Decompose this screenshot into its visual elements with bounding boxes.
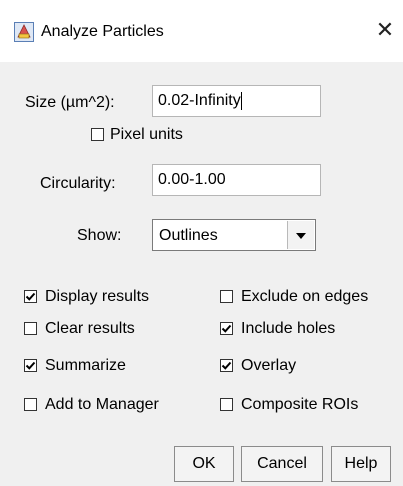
include-holes-label: Include holes (241, 320, 336, 337)
show-selected-value: Outlines (159, 227, 218, 244)
circularity-label: Circularity: (40, 175, 116, 192)
pixel-units-checkbox[interactable] (91, 128, 104, 141)
pixel-units-label: Pixel units (110, 126, 183, 143)
size-input[interactable]: 0.02-Infinity (152, 85, 321, 117)
summarize-label: Summarize (45, 357, 126, 374)
clear-results-checkbox[interactable] (24, 322, 37, 335)
composite-rois-label: Composite ROIs (241, 396, 359, 413)
chevron-down-icon (296, 233, 306, 239)
check-icon (221, 361, 232, 370)
check-icon (221, 324, 232, 333)
window-title: Analyze Particles (41, 23, 164, 40)
composite-rois-checkbox[interactable] (220, 398, 233, 411)
dropdown-arrow-button[interactable] (287, 221, 314, 249)
cancel-button[interactable]: Cancel (241, 446, 323, 482)
overlay-label: Overlay (241, 357, 297, 374)
show-label: Show: (77, 227, 122, 244)
close-icon[interactable]: ✕ (372, 18, 398, 44)
imagej-icon (14, 22, 34, 42)
title-bar: Analyze Particles ✕ (0, 0, 403, 62)
display-results-checkbox[interactable] (24, 290, 37, 303)
help-button[interactable]: Help (331, 446, 391, 482)
ok-button[interactable]: OK (174, 446, 234, 482)
show-select[interactable]: Outlines (152, 219, 316, 251)
overlay-checkbox[interactable] (220, 359, 233, 372)
check-icon (25, 292, 36, 301)
display-results-label: Display results (45, 288, 150, 305)
circularity-value: 0.00-1.00 (158, 171, 226, 188)
check-icon (25, 361, 36, 370)
add-to-manager-label: Add to Manager (45, 396, 159, 413)
exclude-on-edges-label: Exclude on edges (241, 288, 369, 305)
summarize-checkbox[interactable] (24, 359, 37, 372)
size-label: Size (µm^2): (25, 94, 115, 111)
text-caret (240, 92, 242, 110)
size-value: 0.02-Infinity (158, 92, 241, 109)
circularity-input[interactable]: 0.00-1.00 (152, 164, 321, 196)
add-to-manager-checkbox[interactable] (24, 398, 37, 411)
exclude-on-edges-checkbox[interactable] (220, 290, 233, 303)
clear-results-label: Clear results (45, 320, 135, 337)
include-holes-checkbox[interactable] (220, 322, 233, 335)
dialog-body: Size (µm^2): 0.02-Infinity Pixel units C… (0, 62, 403, 486)
